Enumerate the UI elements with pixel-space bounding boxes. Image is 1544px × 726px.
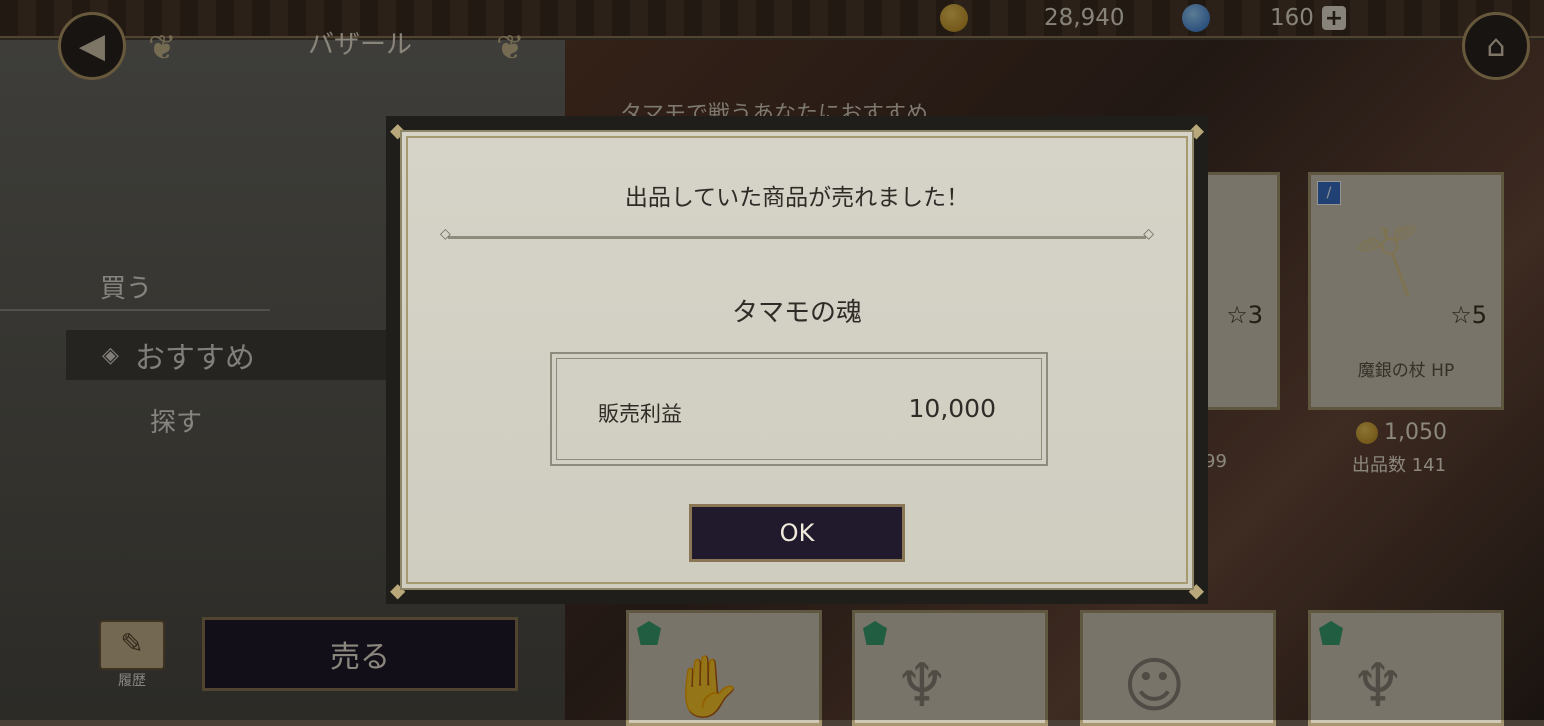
dialog-divider [440,226,1154,242]
sold-dialog: ◆ ◆ ◆ ◆ 出品していた商品が売れました！ タマモの魂 販売利益 10,00… [386,116,1208,604]
dialog-body: 出品していた商品が売れました！ タマモの魂 販売利益 10,000 OK [400,130,1194,590]
ok-button[interactable]: OK [689,504,905,562]
profit-label: 販売利益 [598,402,682,426]
profit-value: 10,000 [908,394,996,423]
dialog-title: 出品していた商品が売れました！ [624,185,970,211]
profit-box: 販売利益 10,000 [550,352,1048,466]
sold-item-name: タマモの魂 [731,298,862,328]
